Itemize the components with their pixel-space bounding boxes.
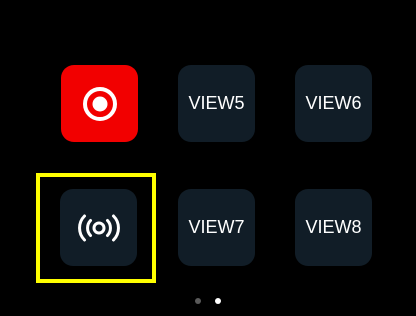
page-dot-2[interactable] — [215, 298, 221, 304]
view8-tile[interactable]: VIEW8 — [295, 189, 372, 266]
record-icon — [81, 85, 119, 123]
page-indicator — [0, 296, 416, 306]
view5-tile[interactable]: VIEW5 — [178, 65, 255, 142]
launcher-screen: VIEW5 VIEW6 VIEW7 VIEW8 — [0, 0, 416, 316]
view6-label: VIEW6 — [305, 93, 362, 113]
view6-tile[interactable]: VIEW6 — [295, 65, 372, 142]
view5-label: VIEW5 — [188, 93, 245, 113]
broadcast-icon — [77, 213, 121, 243]
view8-label: VIEW8 — [305, 217, 362, 237]
record-tile[interactable] — [61, 65, 138, 142]
view7-label: VIEW7 — [188, 217, 245, 237]
broadcast-tile[interactable] — [60, 189, 137, 266]
view7-tile[interactable]: VIEW7 — [178, 189, 255, 266]
page-dot-1[interactable] — [195, 298, 201, 304]
